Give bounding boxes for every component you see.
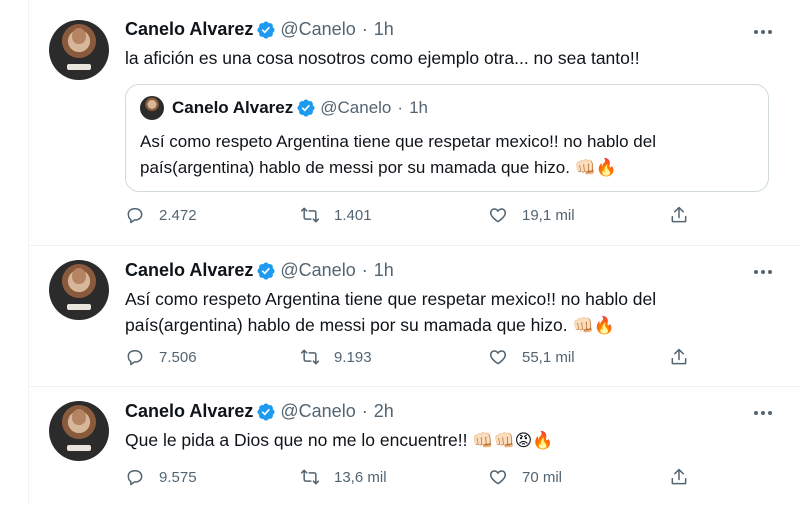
retweet-icon (300, 207, 320, 223)
tweet-header: Canelo Alvarez @Canelo · 2h (125, 401, 394, 422)
author-handle[interactable]: @Canelo (280, 19, 355, 40)
timestamp[interactable]: 2h (374, 401, 394, 422)
reply-button[interactable]: 9.575 (125, 467, 197, 487)
reply-button[interactable]: 2.472 (125, 205, 197, 225)
like-count: 55,1 mil (522, 348, 575, 366)
retweet-button[interactable]: 1.401 (300, 205, 372, 225)
timestamp[interactable]: 1h (374, 260, 394, 281)
more-options-icon[interactable] (749, 22, 777, 42)
quoted-timestamp: 1h (409, 98, 428, 117)
quoted-tweet-text: Así como respeto Argentina tiene que res… (140, 129, 750, 181)
retweet-button[interactable]: 9.193 (300, 347, 372, 367)
author-handle[interactable]: @Canelo (280, 401, 355, 422)
reply-count: 9.575 (159, 468, 197, 486)
retweet-count: 13,6 mil (334, 468, 387, 486)
avatar[interactable] (49, 401, 109, 461)
like-count: 70 mil (522, 468, 563, 486)
heart-icon (489, 350, 507, 365)
author-name[interactable]: Canelo Alvarez (125, 260, 253, 281)
emoji-fist-fire: 👊🏻🔥 (574, 158, 618, 177)
tweet-feed: Canelo Alvarez @Canelo · 1h la afición e… (28, 0, 800, 505)
quoted-tweet[interactable]: Canelo Alvarez @Canelo · 1h Así como res… (125, 84, 769, 192)
verified-badge-icon (257, 402, 275, 421)
avatar[interactable] (49, 20, 109, 80)
emoji-fists-angry-fire: 👊🏻👊🏻😡🔥 (472, 431, 554, 450)
reply-count: 7.506 (159, 348, 197, 366)
heart-icon (489, 208, 507, 223)
verified-badge-icon (257, 261, 275, 280)
reply-count: 2.472 (159, 206, 197, 224)
share-button[interactable] (669, 205, 689, 225)
author-name[interactable]: Canelo Alvarez (125, 19, 253, 40)
retweet-button[interactable]: 13,6 mil (300, 467, 387, 487)
tweet-text: Así como respeto Argentina tiene que res… (125, 286, 765, 339)
tweet-actions: 7.506 9.193 55,1 mil (125, 347, 687, 371)
tweet-text: la afición es una cosa nosotros como eje… (125, 48, 640, 68)
quoted-author-handle: @Canelo (320, 98, 392, 117)
tweet-text: Que le pida a Dios que no me lo encuentr… (125, 427, 765, 454)
like-button[interactable]: 70 mil (488, 467, 562, 487)
separator-dot: · (361, 401, 368, 421)
separator-dot: · (361, 260, 368, 280)
separator-dot: · (397, 98, 404, 117)
author-handle[interactable]: @Canelo (280, 260, 355, 281)
tweet-text-line-2: país(argentina) hablo de messi por su ma… (125, 315, 568, 335)
tweet-header: Canelo Alvarez @Canelo · 1h (125, 260, 394, 281)
quoted-text-line: Así como respeto Argentina tiene que res… (140, 132, 656, 151)
tweet[interactable]: Canelo Alvarez @Canelo · 1h Así como res… (29, 246, 800, 387)
share-icon (671, 206, 687, 223)
retweet-icon (300, 349, 320, 365)
separator-dot: · (361, 19, 368, 39)
share-icon (671, 468, 687, 485)
retweet-icon (300, 469, 320, 485)
more-options-icon[interactable] (749, 262, 777, 282)
tweet-text-line: país(argentina) hablo de messi por su ma… (125, 312, 765, 339)
tweet-text-line: Así como respeto Argentina tiene que res… (125, 289, 657, 309)
reply-icon (127, 208, 143, 224)
more-options-icon[interactable] (749, 403, 777, 423)
quoted-avatar (140, 96, 164, 120)
quoted-header: Canelo Alvarez @Canelo · 1h (172, 98, 428, 118)
reply-icon (127, 350, 143, 366)
share-button[interactable] (669, 467, 689, 487)
retweet-count: 9.193 (334, 348, 372, 366)
like-button[interactable]: 55,1 mil (488, 347, 575, 367)
tweet-actions: 2.472 1.401 19,1 mil (125, 205, 687, 229)
timestamp[interactable]: 1h (374, 19, 394, 40)
like-count: 19,1 mil (522, 206, 575, 224)
heart-icon (489, 470, 507, 485)
like-button[interactable]: 19,1 mil (488, 205, 575, 225)
quoted-author-name: Canelo Alvarez (172, 98, 294, 117)
reply-icon (127, 470, 143, 486)
quoted-text-line: país(argentina) hablo de messi por su ma… (140, 155, 750, 181)
share-icon (671, 348, 687, 365)
verified-badge-icon (297, 99, 315, 117)
author-name[interactable]: Canelo Alvarez (125, 401, 253, 422)
tweet[interactable]: Canelo Alvarez @Canelo · 1h la afición e… (29, 0, 800, 246)
avatar[interactable] (49, 260, 109, 320)
tweet[interactable]: Canelo Alvarez @Canelo · 2h Que le pida … (29, 387, 800, 505)
quoted-text-line-2: país(argentina) hablo de messi por su ma… (140, 158, 570, 177)
reply-button[interactable]: 7.506 (125, 347, 197, 367)
tweet-header: Canelo Alvarez @Canelo · 1h (125, 19, 394, 40)
verified-badge-icon (257, 20, 275, 39)
emoji-fist-fire: 👊🏻🔥 (572, 316, 615, 335)
tweet-text-content: Que le pida a Dios que no me lo encuentr… (125, 430, 468, 450)
tweet-actions: 9.575 13,6 mil 70 mil (125, 467, 687, 491)
share-button[interactable] (669, 347, 689, 367)
retweet-count: 1.401 (334, 206, 372, 224)
